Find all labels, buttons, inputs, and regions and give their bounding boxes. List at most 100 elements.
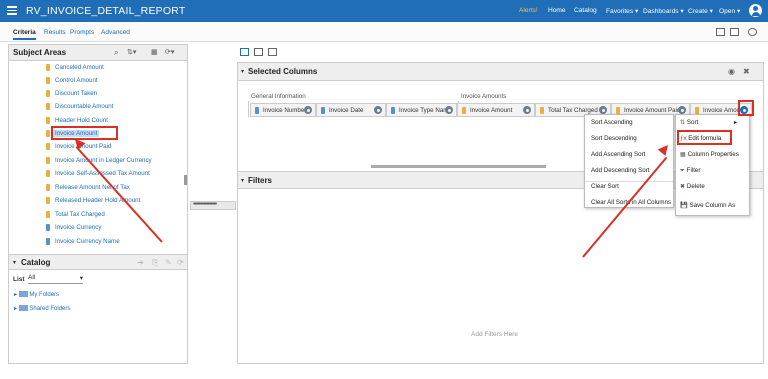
sort-menu-item[interactable]: Add Ascending Sort [591,151,645,158]
chevron-right-icon: ▸ [732,119,738,126]
sort-menu-item[interactable]: Sort Descending [591,135,637,142]
sort-menu-item[interactable]: Add Descending Sort [591,167,649,174]
column-icon [46,117,50,124]
column-menu-label: Delete [686,183,705,190]
column-menu-label: Sort [686,119,699,126]
tree-item[interactable]: Invoice Currency Name [46,238,120,245]
sort-icon[interactable]: ⇅▾ [127,48,136,56]
column-icon [46,143,50,150]
column-header-label: Invoice Amount [470,107,513,114]
column-menu-item[interactable]: ⏷ Filter [680,167,700,175]
save-as-icon[interactable] [730,28,739,36]
nav-favorites[interactable]: Favorites ▾ [606,7,638,15]
column-icon [321,107,325,114]
tree-scrollbar[interactable] [184,175,187,185]
remove-all-icon[interactable]: ✖ [743,67,750,76]
column-menu-item[interactable]: ✖ Delete [680,183,705,190]
tree-item[interactable]: Control Amount [46,77,98,84]
folder-icon [18,305,28,312]
view-icon[interactable]: ◉ [728,67,735,76]
collapse-icon[interactable]: ▾ [13,259,16,266]
column-menu-item[interactable]: 💾 Save Column As [680,201,735,209]
sort-menu-item[interactable]: Sort Ascending [591,119,633,126]
filters-title: Filters [248,176,273,185]
tab-advanced[interactable]: Advanced [101,29,130,36]
tree-item[interactable]: Canceled Amount [46,64,104,71]
search-icon[interactable]: ⌕ [114,48,118,58]
subject-areas-header: Subject Areas ⌕ ⇅▾ ▦ ⟳▾ [9,45,187,61]
nav-home[interactable]: Home [548,7,566,14]
tab-prompts[interactable]: Prompts [70,29,94,36]
add-icon[interactable]: ➜ [137,258,144,267]
chevron-down-icon: ▾ [79,275,83,282]
filter-toolbar-icon[interactable] [240,48,249,56]
edit-icon[interactable]: ✎ [165,258,172,267]
selected-columns-title: Selected Columns [248,67,318,76]
horizontal-scrollbar[interactable] [371,165,546,168]
folder-shared[interactable]: ▸ Shared Folders [14,305,70,312]
sort-menu-item[interactable]: Clear Sort [591,183,619,190]
column-menu-item[interactable]: ⇅ Sort ▸ [680,119,737,126]
tree-item[interactable]: Discount Taken [46,90,97,97]
tree-item-label: Total Tax Charged [55,211,105,218]
column-header[interactable]: Invoice Type Name [386,103,457,117]
gear-icon[interactable] [374,106,382,114]
properties-icon: ▦ [680,151,688,158]
gear-icon[interactable] [599,106,607,114]
list-select[interactable]: All ▾ [28,274,83,284]
formula-icon[interactable] [254,48,263,56]
menu-icon[interactable] [7,6,17,15]
nav-alerts[interactable]: Alerts! [519,7,538,14]
column-header[interactable]: Invoice Amount [457,103,535,117]
refresh-icon[interactable]: ⟳▾ [165,48,174,56]
user-avatar-icon[interactable] [749,4,762,17]
sort-icon: ⇅ [680,119,687,126]
tree-item-label: Invoice Amount in Ledger Currency [55,157,152,164]
column-header[interactable]: Invoice Number [250,103,316,117]
gear-icon[interactable] [523,106,531,114]
tree-item[interactable]: Release Amount Net of Tax [46,184,130,191]
column-menu-label: Save Column As [689,202,736,209]
save-icon[interactable] [716,28,725,36]
panel-splitter[interactable]: •••••••••••••••• [190,201,236,210]
filters-drop-zone[interactable]: Add Filters Here [471,331,518,338]
highlight-edit-formula [677,130,732,145]
tree-item-label: Invoice Currency [55,224,102,231]
copy-icon[interactable]: ⎘ [152,258,158,268]
column-menu-label: Column Properties [687,151,739,158]
gear-icon[interactable] [445,106,453,114]
tree-item[interactable]: Header Hold Count [46,117,108,124]
top-bar: RV_INVOICE_DETAIL_REPORT Alerts! Home Ca… [0,0,768,22]
highlight-column-gear [738,100,754,116]
tree-item[interactable]: Invoice Amount in Ledger Currency [46,157,152,164]
folder-my[interactable]: ▸ My Folders [14,291,59,298]
help-icon[interactable] [748,28,757,36]
left-panel: Subject Areas ⌕ ⇅▾ ▦ ⟳▾ Canceled Amount C… [8,44,188,364]
grid-icon[interactable]: ▦ [151,48,158,56]
column-header[interactable]: Invoice Date [316,103,386,117]
column-menu-item[interactable]: ▦ Column Properties [680,151,739,158]
list-label: List [13,276,25,283]
column-icon [46,77,50,84]
nav-open[interactable]: Open ▾ [719,7,740,15]
nav-catalog[interactable]: Catalog [574,7,597,14]
columns-icon[interactable] [268,48,277,56]
nav-dashboards[interactable]: Dashboards ▾ [643,7,684,15]
tab-results[interactable]: Results [44,29,66,36]
nav-create[interactable]: Create ▾ [688,7,713,15]
column-icon [46,184,50,191]
column-icon [695,107,699,114]
column-icon [46,90,50,97]
app-title: RV_INVOICE_DETAIL_REPORT [26,5,186,17]
folder-icon [18,291,28,298]
gear-icon[interactable] [304,106,312,114]
tree-item[interactable]: Invoice Currency [46,224,102,231]
tab-criteria[interactable]: Criteria [13,29,36,40]
column-icon [46,211,50,218]
tree-item-label: Invoice Currency Name [55,238,120,245]
gear-icon[interactable] [678,106,686,114]
tree-item[interactable]: Discountable Amount [46,103,113,110]
column-icon [46,224,50,231]
tree-item[interactable]: Total Tax Charged [46,211,105,218]
refresh-icon[interactable]: ⟳ [177,258,184,267]
